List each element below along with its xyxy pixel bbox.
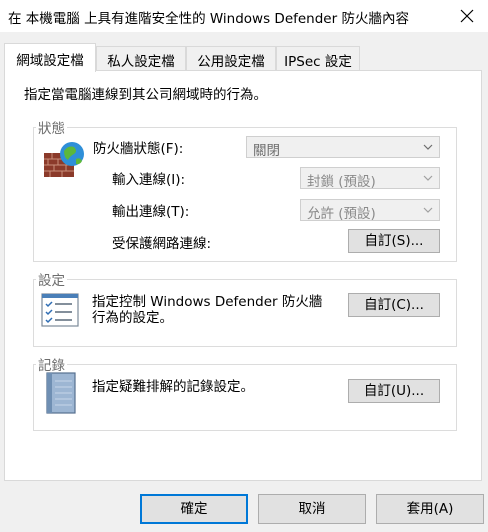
customize-settings-button[interactable]: 自訂(C)...	[348, 293, 440, 317]
settings-group-caption: 設定	[36, 269, 67, 289]
firewall-state-select[interactable]: 關閉	[246, 136, 440, 159]
outbound-connections-value: 允許 (預設)	[307, 206, 376, 222]
inbound-connections-label: 輸入連線(I):	[112, 172, 186, 188]
tab-private-profile[interactable]: 私人設定檔	[96, 46, 186, 71]
cancel-button[interactable]: 取消	[258, 494, 366, 524]
customize-protected-connections-button[interactable]: 自訂(S)...	[348, 229, 440, 253]
close-button[interactable]	[446, 0, 488, 32]
chevron-down-icon	[423, 175, 433, 181]
chevron-down-icon	[423, 207, 433, 213]
window-title: 在 本機電腦 上具有進階安全性的 Windows Defender 防火牆內容	[8, 11, 409, 27]
settings-description-line2: 行為的設定。	[92, 310, 173, 326]
firewall-state-label: 防火牆狀態(F):	[93, 141, 184, 157]
ok-button[interactable]: 確定	[140, 494, 248, 524]
state-group-caption: 狀態	[36, 117, 67, 137]
title-bar: 在 本機電腦 上具有進階安全性的 Windows Defender 防火牆內容	[0, 0, 488, 32]
apply-button[interactable]: 套用(A)	[376, 494, 484, 524]
inbound-connections-select[interactable]: 封鎖 (預設)	[300, 167, 440, 190]
customize-logging-button[interactable]: 自訂(U)...	[348, 379, 440, 403]
firewall-globe-icon	[44, 142, 84, 177]
chevron-down-icon	[423, 144, 433, 150]
tab-public-profile[interactable]: 公用設定檔	[186, 46, 276, 71]
inbound-connections-value: 封鎖 (預設)	[307, 174, 376, 190]
close-icon	[460, 9, 474, 23]
logging-description: 指定疑難排解的記錄設定。	[92, 379, 254, 395]
checklist-icon	[41, 293, 79, 327]
outbound-connections-label: 輸出連線(T):	[112, 204, 190, 220]
firewall-state-value: 關閉	[253, 143, 280, 159]
profile-description: 指定當電腦連線到其公司網域時的行為。	[24, 87, 267, 103]
tab-ipsec-settings[interactable]: IPSec 設定	[276, 46, 360, 71]
notebook-icon	[46, 372, 76, 414]
tab-domain-profile[interactable]: 網域設定檔	[4, 43, 96, 72]
outbound-connections-select[interactable]: 允許 (預設)	[300, 199, 440, 222]
protected-connections-label: 受保護網路連線:	[112, 236, 212, 252]
